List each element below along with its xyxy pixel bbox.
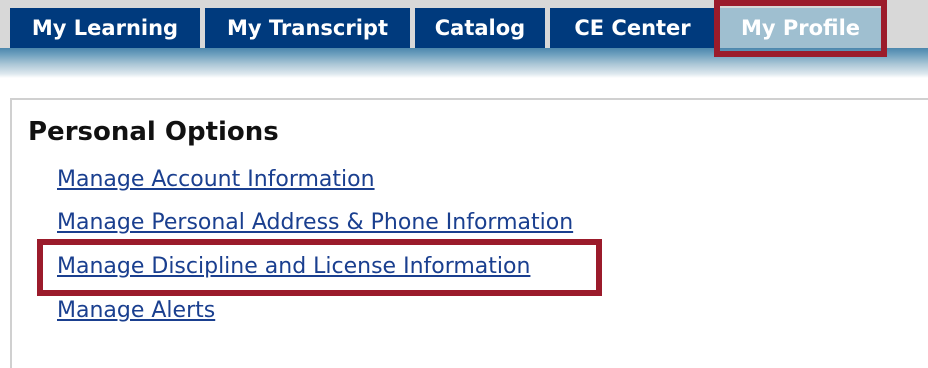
section-title: Personal Options — [28, 117, 279, 147]
tab-ce-center[interactable]: CE Center — [550, 8, 715, 48]
tab-my-transcript[interactable]: My Transcript — [205, 8, 410, 48]
manage-personal-address-phone-link[interactable]: Manage Personal Address & Phone Informat… — [57, 210, 573, 235]
discipline-link-highlight-box — [37, 239, 602, 296]
my-profile-highlight-box — [714, 0, 887, 57]
tab-my-learning[interactable]: My Learning — [10, 8, 200, 48]
manage-account-information-link[interactable]: Manage Account Information — [57, 167, 375, 192]
manage-alerts-link[interactable]: Manage Alerts — [57, 298, 215, 323]
tab-catalog[interactable]: Catalog — [415, 8, 545, 48]
